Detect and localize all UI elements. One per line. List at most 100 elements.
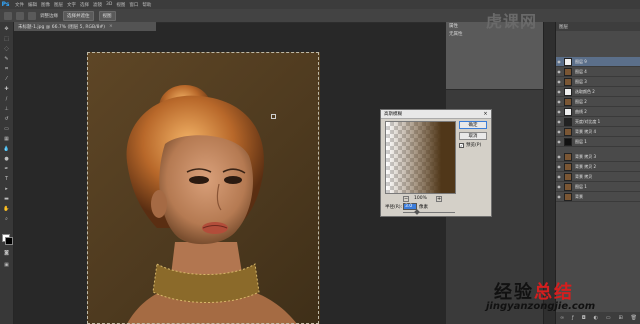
pen-tool-icon[interactable]: ✒ (3, 166, 10, 172)
eyedropper-tool-icon[interactable]: ⁄ (3, 76, 10, 82)
watermark-logo: 虎课网 (486, 12, 538, 31)
document-tab[interactable]: 未标题-1.jpg @ 66.7% (图层 5, RGB/8#) × (14, 22, 156, 31)
layer-row[interactable]: ◉ 图层 4 (556, 67, 640, 77)
close-icon[interactable]: × (482, 111, 489, 117)
menu-file[interactable]: 文件 (15, 2, 24, 8)
layer-row[interactable]: ◉ 图层 3 (556, 77, 640, 87)
selection-handle[interactable] (271, 114, 276, 119)
menu-type[interactable]: 文字 (67, 2, 76, 8)
blur-tool-icon[interactable]: 💧 (3, 146, 10, 152)
menu-select[interactable]: 选择 (80, 2, 89, 8)
layer-row[interactable]: ◉ 背景 拷贝 3 (556, 152, 640, 162)
eye-icon[interactable]: ◉ (556, 194, 562, 199)
properties-panel: 属性 无属性 (446, 22, 543, 90)
eye-icon[interactable]: ◉ (556, 79, 562, 84)
menu-image[interactable]: 图像 (41, 2, 50, 8)
layer-thumbnail (564, 152, 572, 161)
radius-slider[interactable] (403, 212, 455, 213)
layer-row[interactable]: ◉ 背景 (556, 192, 640, 202)
radius-slider-thumb[interactable] (414, 209, 420, 215)
menu-edit[interactable]: 编辑 (28, 2, 37, 8)
menu-layer[interactable]: 图层 (54, 2, 63, 8)
menu-help[interactable]: 帮助 (142, 2, 151, 8)
eye-icon[interactable]: ◉ (556, 154, 562, 159)
background-color-swatch[interactable] (5, 237, 13, 245)
view-button[interactable]: 视图 (98, 10, 116, 21)
menu-window[interactable]: 窗口 (129, 2, 138, 8)
quick-select-tool-icon[interactable]: ✎ (3, 56, 10, 62)
layer-row[interactable]: ◉ 背景 拷贝 (556, 172, 640, 182)
eye-icon[interactable]: ◉ (556, 174, 562, 179)
hand-tool-icon[interactable]: ✋ (3, 206, 10, 212)
eye-icon[interactable]: ◉ (556, 184, 562, 189)
ok-button[interactable]: 确定 (459, 121, 487, 129)
layer-row[interactable]: ◉ 图层 1 (556, 137, 640, 147)
eye-icon[interactable]: ◉ (556, 119, 562, 124)
marquee-tool-icon[interactable]: ⬚ (3, 36, 10, 42)
crop-tool-icon[interactable]: ⌗ (3, 66, 10, 72)
screen-mode-icon[interactable]: ▣ (3, 262, 10, 268)
layer-row[interactable]: ◉ 图层 1 (556, 182, 640, 192)
menu-view[interactable]: 视图 (116, 2, 125, 8)
layer-thumbnail (564, 162, 572, 171)
mask-icon[interactable]: ◘ (582, 315, 586, 321)
healing-tool-icon[interactable]: ✚ (3, 86, 10, 92)
eye-icon[interactable]: ◉ (556, 99, 562, 104)
layer-row[interactable]: ◉ 背景 拷贝 4 (556, 127, 640, 137)
trash-icon[interactable]: 🗑 (631, 315, 637, 321)
history-brush-icon[interactable]: ↺ (3, 116, 10, 122)
eye-icon[interactable]: ◉ (556, 59, 562, 64)
type-tool-icon[interactable]: T (3, 176, 10, 182)
eye-icon[interactable]: ◉ (556, 89, 562, 94)
dodge-tool-icon[interactable]: ● (3, 156, 10, 162)
layer-row[interactable]: ◉ 图层 2 (556, 97, 640, 107)
brush-tool-icon[interactable]: ∕ (3, 96, 10, 102)
path-select-icon[interactable]: ▸ (3, 186, 10, 192)
folder-icon[interactable]: ▭ (606, 315, 611, 321)
layer-name: 背景 拷贝 3 (575, 153, 597, 159)
canvas[interactable] (87, 52, 320, 324)
eraser-tool-icon[interactable]: ▭ (3, 126, 10, 132)
layer-thumbnail (564, 192, 572, 201)
close-tab-icon[interactable]: × (109, 24, 113, 29)
eye-icon[interactable]: ◉ (556, 139, 562, 144)
layer-name: 图层 4 (575, 68, 587, 74)
preview-checkbox[interactable]: ✓ (459, 143, 464, 148)
cancel-button[interactable]: 取消 (459, 132, 487, 140)
gaussian-blur-dialog: 高斯模糊 × − 100% + 确定 取消 ✓ 预览(P) 半径(R): 3.0… (380, 109, 492, 217)
zoom-out-button[interactable]: − (403, 196, 409, 202)
lasso-tool-icon[interactable]: ◌ (3, 46, 10, 52)
layer-name: 图层 3 (575, 78, 587, 84)
zoom-in-button[interactable]: + (436, 196, 442, 202)
layer-name: 图层 1 (575, 138, 587, 144)
layer-row[interactable]: ◉ 图层 9 (556, 57, 640, 67)
dialog-title[interactable]: 高斯模糊 (381, 110, 491, 119)
eye-icon[interactable]: ◉ (556, 69, 562, 74)
move-tool-icon[interactable]: ✥ (3, 26, 10, 32)
new-selection-icon[interactable] (16, 11, 24, 20)
new-layer-icon[interactable]: ⊞ (619, 315, 623, 321)
stamp-tool-icon[interactable]: ⊥ (3, 106, 10, 112)
menu-filter[interactable]: 滤镜 (93, 2, 102, 8)
layer-row[interactable]: ◉ 亮度/对比度 1 (556, 117, 640, 127)
fx-icon[interactable]: ƒ (572, 315, 574, 321)
eye-icon[interactable]: ◉ (556, 109, 562, 114)
preview-pane[interactable] (385, 121, 456, 194)
shape-tool-icon[interactable]: ▬ (3, 196, 10, 202)
menu-3d[interactable]: 3D (106, 2, 112, 7)
layer-row[interactable]: ◉ 曲线 2 (556, 107, 640, 117)
gradient-tool-icon[interactable]: ▦ (3, 136, 10, 142)
tool-preset-icon[interactable] (4, 11, 12, 20)
adjustment-icon[interactable]: ◐ (594, 315, 598, 321)
eye-icon[interactable]: ◉ (556, 129, 562, 134)
eye-icon[interactable]: ◉ (556, 164, 562, 169)
add-selection-icon[interactable] (28, 11, 36, 20)
layers-panel-header[interactable]: 图层 (556, 22, 640, 31)
select-and-mask-button[interactable]: 选择并遮住 (63, 10, 94, 21)
layer-row[interactable]: ◉ 背景 拷贝 2 (556, 162, 640, 172)
link-icon[interactable]: ∞ (560, 315, 564, 321)
zoom-tool-icon[interactable]: ⌕ (3, 216, 10, 222)
radius-input[interactable]: 3.0 (403, 203, 417, 210)
quick-mask-icon[interactable]: ◙ (3, 250, 10, 256)
layer-row[interactable]: ◉ 选取颜色 2 (556, 87, 640, 97)
